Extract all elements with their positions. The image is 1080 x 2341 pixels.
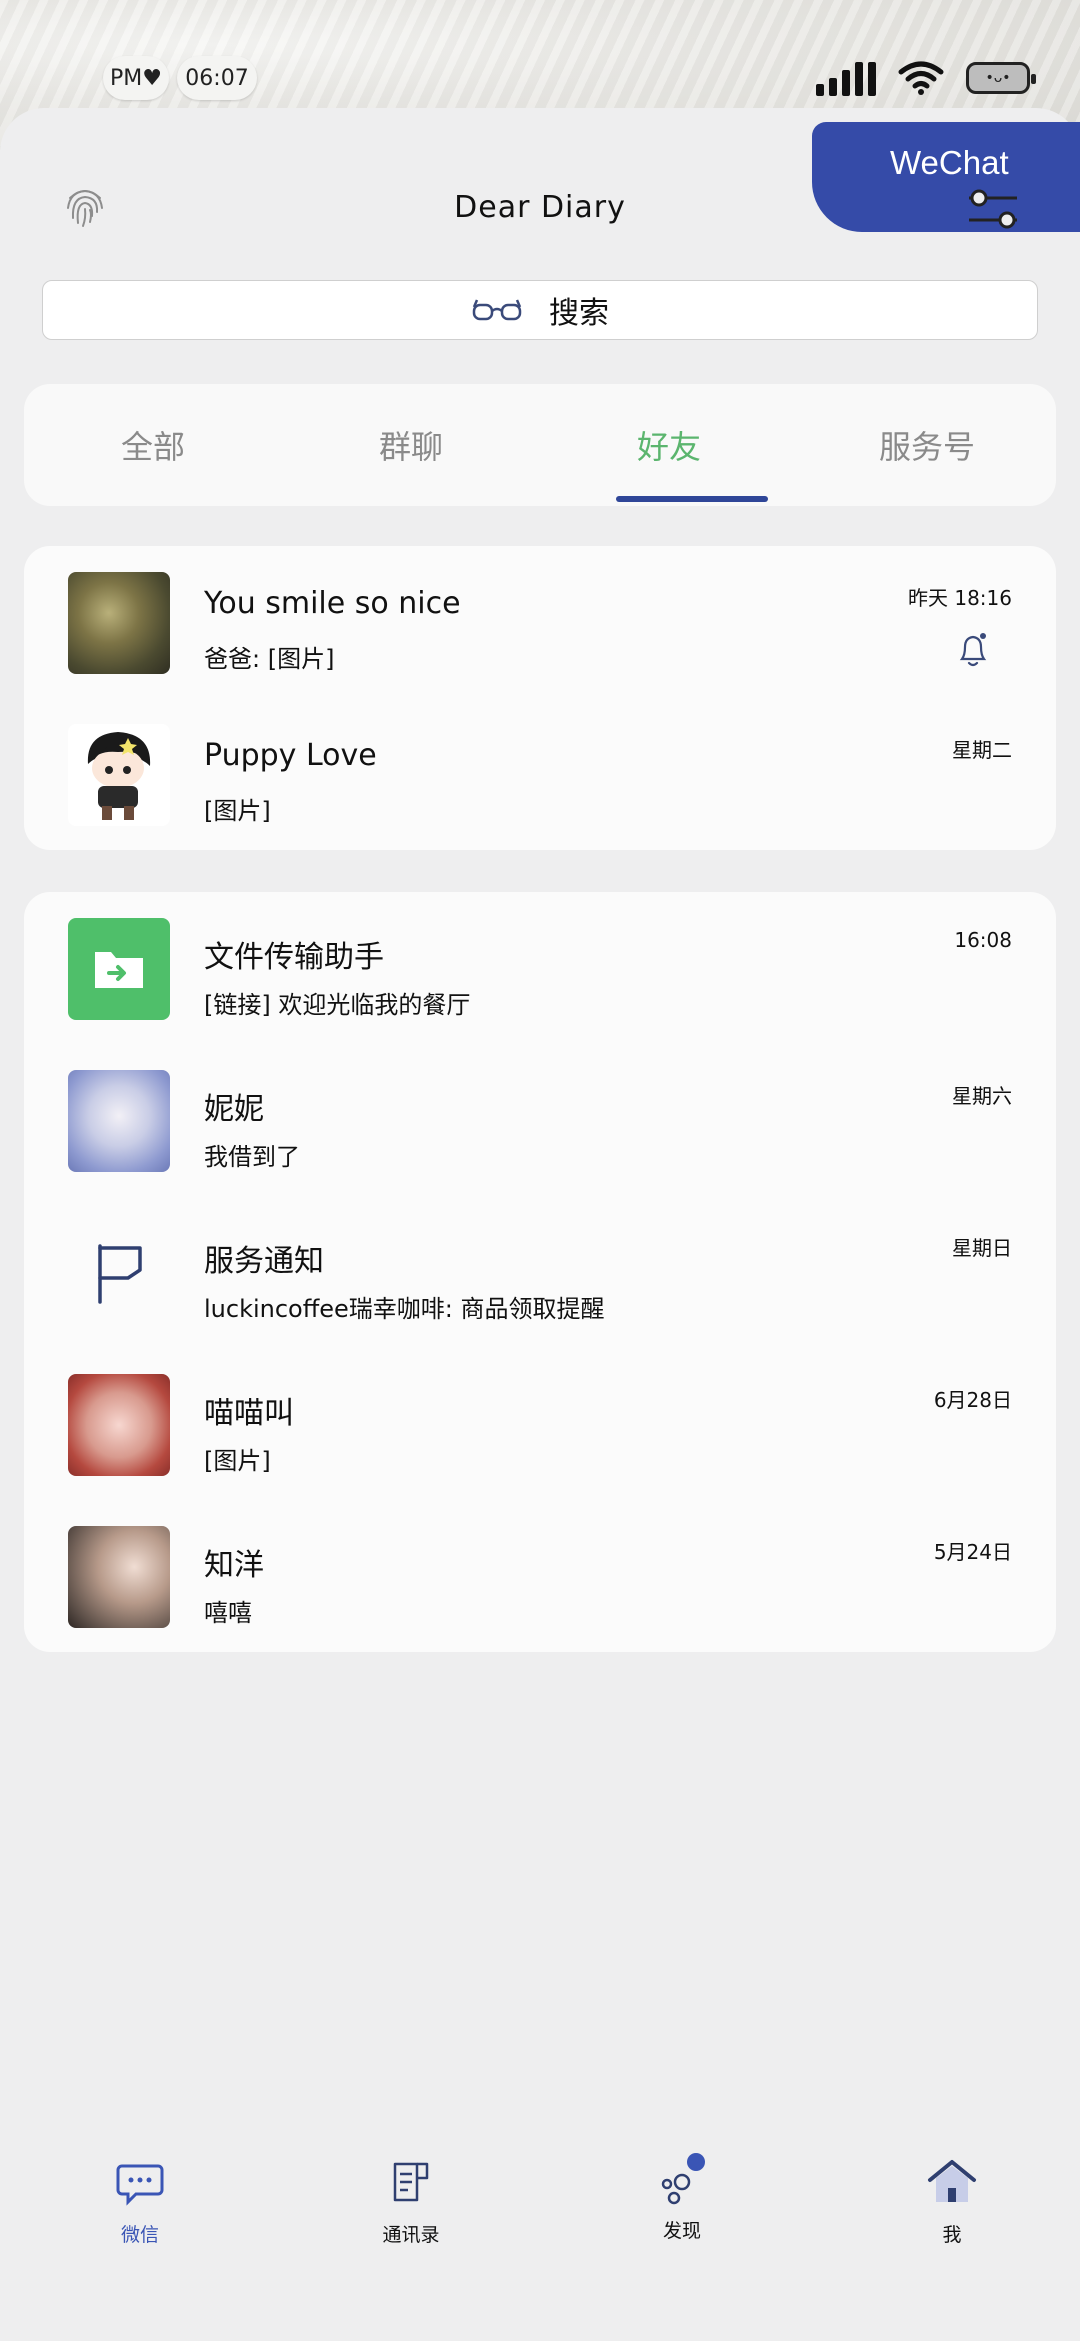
- chibi-avatar-icon: [87, 732, 151, 820]
- chat-time: 6月28日: [933, 1388, 1012, 1412]
- wechat-tab-label: WeChat: [890, 144, 1009, 181]
- chat-row[interactable]: 服务通知 luckincoffee瑞幸咖啡: 商品领取提醒 星期日: [24, 1196, 1056, 1348]
- nav-label: 我: [942, 2224, 962, 2246]
- chat-time: 星期日: [952, 1236, 1012, 1260]
- nav-discover[interactable]: 发现: [607, 2140, 757, 2280]
- wechat-corner-tab: WeChat: [812, 122, 1080, 232]
- pinned-chat-list: You smile so nice 爸爸: [图片] 昨天 18:16 Pupp…: [24, 546, 1056, 850]
- search-placeholder: 搜索: [549, 296, 609, 331]
- nav-contacts[interactable]: 通讯录: [336, 2140, 486, 2280]
- chat-preview: [链接] 欢迎光临我的餐厅: [204, 991, 471, 1019]
- chat-name: 文件传输助手: [204, 940, 384, 975]
- chat-filter-tabs: 全部 群聊 好友 服务号: [24, 384, 1056, 506]
- chat-list: 文件传输助手 [链接] 欢迎光临我的餐厅 16:08 妮妮 我借到了 星期六 服…: [24, 892, 1056, 1652]
- house-icon: [928, 2160, 976, 2202]
- glasses-icon: [472, 299, 522, 321]
- nav-label: 通讯录: [382, 2224, 440, 2246]
- chat-name: 喵喵叫: [204, 1396, 294, 1431]
- chat-time: 星期二: [952, 738, 1012, 762]
- flag-icon: [98, 1244, 142, 1304]
- wifi-icon: [898, 61, 944, 95]
- tab-groups[interactable]: 群聊: [282, 384, 540, 506]
- chat-row[interactable]: 文件传输助手 [链接] 欢迎光临我的餐厅 16:08: [24, 892, 1056, 1044]
- chat-time: 星期六: [952, 1084, 1012, 1108]
- chat-time: 5月24日: [933, 1540, 1012, 1564]
- avatar: [68, 918, 170, 1020]
- status-icons: •ᴗ•: [816, 60, 1036, 96]
- signal-icon: [816, 60, 876, 96]
- tab-all[interactable]: 全部: [24, 384, 282, 506]
- chat-preview: luckincoffee瑞幸咖啡: 商品领取提醒: [204, 1295, 605, 1323]
- chat-bubble-icon: [116, 2164, 164, 2206]
- chat-row[interactable]: 知洋 嘻嘻 5月24日: [24, 1500, 1056, 1652]
- chat-row[interactable]: Puppy Love [图片] 星期二: [24, 698, 1056, 850]
- contacts-book-icon: [393, 2162, 429, 2202]
- chat-row[interactable]: 妮妮 我借到了 星期六: [24, 1044, 1056, 1196]
- tab-service-accounts[interactable]: 服务号: [798, 384, 1056, 506]
- battery-icon: •ᴗ•: [966, 62, 1036, 94]
- battery-face: •ᴗ•: [985, 70, 1011, 86]
- chat-preview: 我借到了: [204, 1143, 300, 1171]
- tab-friends[interactable]: 好友: [540, 384, 798, 506]
- active-tab-indicator: [616, 496, 768, 502]
- search-bar[interactable]: 搜索: [42, 280, 1038, 340]
- chat-time: 16:08: [954, 928, 1012, 952]
- avatar: [68, 1070, 170, 1172]
- nav-me[interactable]: 我: [877, 2140, 1027, 2280]
- chat-name: 妮妮: [204, 1092, 264, 1127]
- chat-name: You smile so nice: [204, 586, 461, 621]
- chat-preview: [图片]: [204, 1447, 271, 1475]
- avatar: [68, 1526, 170, 1628]
- avatar: [68, 572, 170, 674]
- status-pm-pill: PM♥: [103, 56, 169, 100]
- chat-row[interactable]: 喵喵叫 [图片] 6月28日: [24, 1348, 1056, 1500]
- chat-name: Puppy Love: [204, 738, 377, 773]
- chat-preview: 嘻嘻: [204, 1599, 252, 1627]
- avatar: [68, 724, 170, 826]
- chat-preview: [图片]: [204, 797, 271, 825]
- nav-label: 发现: [662, 2220, 701, 2242]
- chat-row[interactable]: You smile so nice 爸爸: [图片] 昨天 18:16: [24, 546, 1056, 698]
- avatar: [68, 1222, 170, 1324]
- chat-name: 服务通知: [204, 1244, 324, 1279]
- chat-preview: 爸爸: [图片]: [204, 645, 335, 673]
- bubbles-icon: [661, 2153, 705, 2205]
- status-time: 06:07: [177, 56, 257, 100]
- nav-label: 微信: [120, 2224, 159, 2246]
- nav-chats[interactable]: 微信: [65, 2140, 215, 2280]
- folder-transfer-icon: [95, 952, 143, 988]
- muted-bell-icon: [959, 633, 987, 667]
- bottom-nav: 微信 通讯录 发现 我: [0, 2140, 1080, 2280]
- avatar: [68, 1374, 170, 1476]
- settings-sliders-icon[interactable]: [967, 186, 1021, 232]
- chat-time: 昨天 18:16: [908, 586, 1012, 610]
- chat-name: 知洋: [204, 1548, 264, 1583]
